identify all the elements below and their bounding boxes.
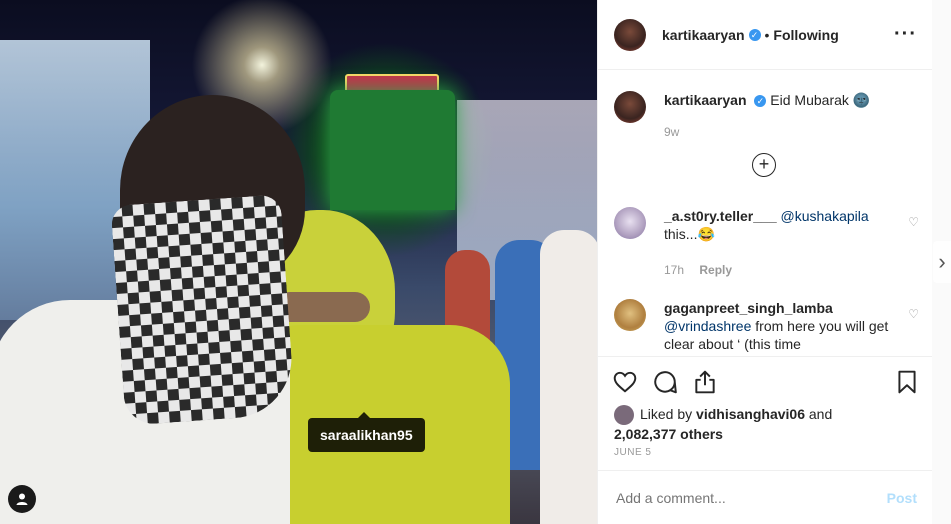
post-header: kartikaaryan ✓ • Following ··· [598,0,933,70]
post-photo[interactable]: saraalikhan95 [0,0,597,524]
liker-username[interactable]: vidhisanghavi06 [696,406,805,422]
comment-icon[interactable] [652,369,680,397]
likes-and: and [808,406,833,422]
heart-icon[interactable]: ♡ [908,215,919,229]
checkered-mask [110,194,296,426]
chevron-right-icon[interactable]: › [933,241,951,283]
post-button[interactable]: Post [887,490,917,506]
woman-eyes [275,292,370,322]
caption: kartikaaryan ✓ Eid Mubarak 🌚 9w [614,91,919,141]
caption-age[interactable]: 9w [664,123,919,141]
comment-age[interactable]: 17h [664,263,684,277]
action-bar: Liked by vidhisanghavi06 and 2,082,377 o… [598,356,933,467]
following-button[interactable]: Following [773,27,838,43]
caption-username[interactable]: kartikaaryan [664,92,747,108]
ellipsis-icon[interactable]: ··· [894,23,917,46]
bookmark-icon[interactable] [894,369,922,397]
caption-text: Eid Mubarak [770,92,849,108]
list-item: _a.st0ry.teller___ @kushakapila this...😂… [614,207,919,279]
comment-mention[interactable]: @vrindashree [664,318,751,334]
share-icon[interactable] [692,369,720,397]
comment-composer: Post [598,470,933,524]
post-date[interactable]: JUNE 5 [614,447,651,458]
likes-others-link[interactable]: 2,082,377 others [614,426,723,442]
crowd-person [540,230,597,524]
separator-dot: • [764,26,770,43]
likes-summary: Liked by vidhisanghavi06 and 2,082,377 o… [614,405,832,443]
header-username[interactable]: kartikaaryan [662,27,745,43]
avatar[interactable] [614,299,646,331]
user-tag-label[interactable]: saraalikhan95 [308,412,425,452]
caption-emoji: 🌚 [852,92,871,108]
heart-icon[interactable]: ♡ [908,307,919,321]
person-icon[interactable] [8,485,36,513]
comment-input[interactable] [614,488,887,507]
comment-mention[interactable]: @kushakapila [781,208,869,224]
verified-badge-icon: ✓ [754,95,767,108]
load-more-comments-button[interactable]: + [752,153,776,177]
comment-username[interactable]: gaganpreet_singh_lamba [664,300,833,316]
reply-button[interactable]: Reply [699,263,732,277]
heart-icon[interactable] [612,369,640,397]
post-side-panel: kartikaaryan ✓ • Following ··· kartikaar… [597,0,933,524]
comment-username[interactable]: _a.st0ry.teller___ [664,208,777,224]
avatar[interactable] [614,207,646,239]
green-arch [330,90,455,210]
comments-list[interactable]: kartikaaryan ✓ Eid Mubarak 🌚 9w + _a.st0… [598,71,933,356]
likes-prefix: Liked by [640,406,693,422]
comment-text: this...😂 [664,226,715,242]
avatar[interactable] [614,91,646,123]
avatar[interactable] [614,18,646,51]
list-item: gaganpreet_singh_lamba @vrindashree from… [614,299,919,353]
verified-badge-icon: ✓ [748,28,761,41]
avatar[interactable] [614,405,634,426]
